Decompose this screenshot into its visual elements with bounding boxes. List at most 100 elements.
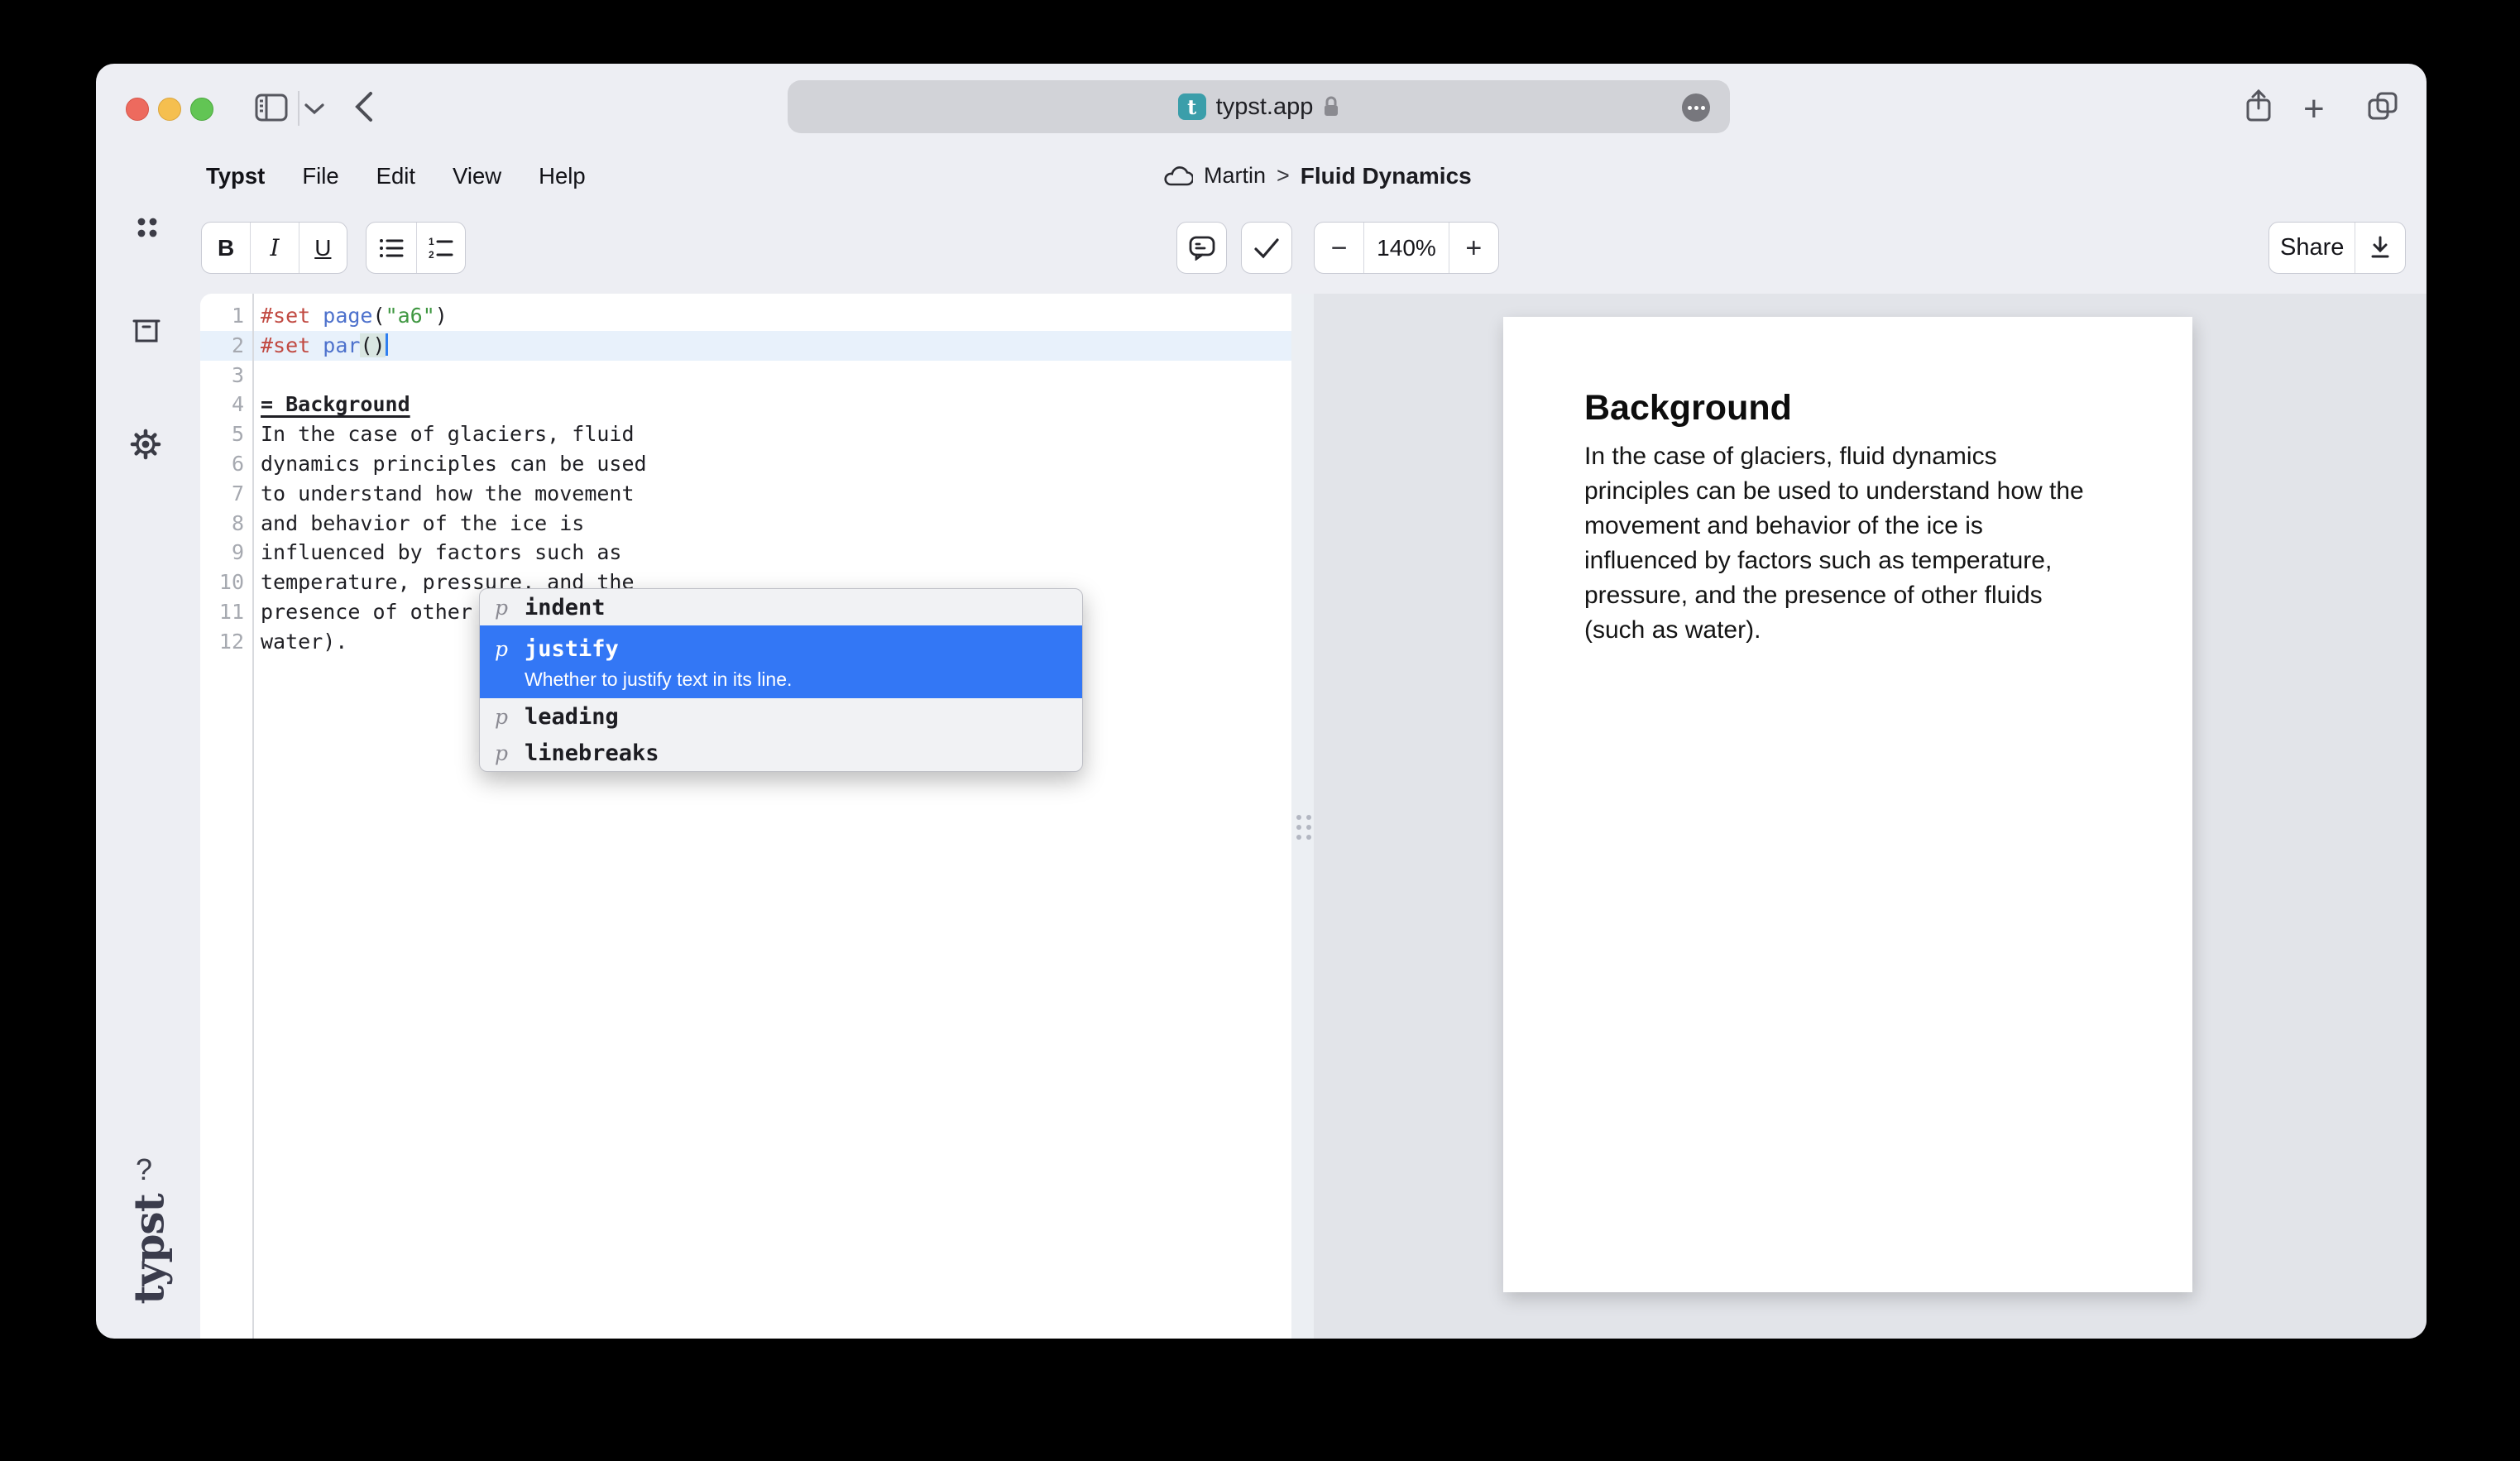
svg-text:1: 1	[429, 237, 434, 247]
preview-paragraph-line: principles can be used to understand how…	[1584, 474, 2130, 509]
typst-favicon: t	[1178, 93, 1206, 120]
underline-button[interactable]: U	[299, 223, 347, 273]
line-number: 12	[200, 627, 244, 657]
text-caret	[386, 333, 388, 356]
lock-icon	[1323, 95, 1339, 118]
autocomplete-label: leading	[525, 704, 619, 730]
cloud-icon	[1163, 165, 1193, 187]
code-line-7[interactable]: to understand how the movement	[200, 479, 1291, 509]
preview-pane: Background In the case of glaciers, flui…	[1314, 294, 2427, 1339]
breadcrumb-workspace[interactable]: Martin	[1204, 163, 1266, 189]
preview-paragraph: In the case of glaciers, fluid dynamicsp…	[1584, 439, 2130, 648]
autocomplete-item-indent[interactable]: pindent	[480, 589, 1082, 625]
share-button[interactable]: Share	[2269, 223, 2355, 273]
comments-button[interactable]	[1177, 223, 1226, 273]
preview-paragraph-line: In the case of glaciers, fluid dynamics	[1584, 439, 2130, 474]
autocomplete-item-justify[interactable]: p justify Whether to justify text in its l…	[480, 625, 1082, 698]
italic-button[interactable]: I	[250, 223, 298, 273]
preview-paragraph-line: pressure, and the presence of other flui…	[1584, 578, 2130, 613]
download-icon	[2369, 236, 2391, 261]
line-number: 1	[200, 301, 244, 331]
line-number: 9	[200, 538, 244, 568]
browser-window: t typst.app + Typst File Edit View Help Mart…	[96, 64, 2427, 1339]
preview-paragraph-line: (such as water).	[1584, 613, 2130, 648]
code-line-8[interactable]: and behavior of the ice is	[200, 509, 1291, 539]
autocomplete-item-linebreaks[interactable]: plinebreaks	[480, 735, 1082, 771]
svg-text:2: 2	[429, 249, 434, 260]
autocomplete-label: indent	[525, 595, 606, 620]
parameter-icon: p	[495, 637, 513, 661]
pane-splitter[interactable]	[1291, 294, 1314, 1339]
menu-bar: Typst File Edit View Help	[206, 157, 586, 194]
drag-handle-icon[interactable]	[1296, 815, 1311, 840]
line-number: 4	[200, 390, 244, 419]
help-button[interactable]: ?	[136, 1152, 152, 1187]
code-line-2[interactable]: #set par()	[200, 331, 1291, 361]
spellcheck-button[interactable]	[1242, 223, 1291, 273]
code-editor[interactable]: #set page("a6")#set par() = BackgroundIn …	[200, 294, 1291, 1339]
preview-page: Background In the case of glaciers, flui…	[1503, 317, 2192, 1292]
new-tab-icon[interactable]: +	[2303, 89, 2325, 130]
code-line-9[interactable]: influenced by factors such as	[200, 538, 1291, 568]
menu-item-typst[interactable]: Typst	[206, 163, 265, 189]
preview-paragraph-line: influenced by factors such as temperatur…	[1584, 544, 2130, 578]
typst-logo: typst	[125, 1194, 174, 1304]
settings-gear-icon[interactable]	[130, 429, 161, 460]
menu-item-view[interactable]: View	[453, 163, 501, 189]
back-button-icon[interactable]	[354, 91, 374, 122]
parameter-icon: p	[495, 705, 513, 729]
line-number: 11	[200, 597, 244, 627]
parameter-icon: p	[495, 596, 513, 620]
code-line-1[interactable]: #set page("a6")	[200, 301, 1291, 331]
address-bar[interactable]: t typst.app	[788, 80, 1730, 133]
bold-button[interactable]: B	[202, 223, 250, 273]
line-number: 10	[200, 568, 244, 597]
apps-grid-icon[interactable]	[135, 215, 160, 240]
close-window-button[interactable]	[126, 98, 149, 121]
autocomplete-popup: pindentpjustifyWhether to justify text i…	[479, 588, 1083, 772]
chrome-divider	[298, 91, 299, 126]
line-number-gutter: 123456789101112	[200, 301, 244, 657]
line-number: 7	[200, 479, 244, 509]
chevron-down-icon[interactable]	[304, 103, 324, 115]
breadcrumb: Martin > Fluid Dynamics	[1163, 157, 1472, 194]
autocomplete-label: justify	[525, 636, 619, 662]
line-number: 5	[200, 419, 244, 449]
breadcrumb-document[interactable]: Fluid Dynamics	[1301, 163, 1472, 189]
code-line-4[interactable]: = Background	[200, 390, 1291, 419]
line-number: 3	[200, 361, 244, 390]
autocomplete-label: linebreaks	[525, 740, 659, 766]
fullscreen-window-button[interactable]	[190, 98, 213, 121]
code-line-6[interactable]: dynamics principles can be used	[200, 449, 1291, 479]
zoom-level-value[interactable]: 140%	[1363, 223, 1448, 273]
minimize-window-button[interactable]	[158, 98, 181, 121]
menu-item-file[interactable]: File	[302, 163, 338, 189]
url-text: typst.app	[1216, 93, 1314, 121]
tab-overview-icon[interactable]	[2366, 90, 2399, 122]
numbered-list-icon: 1 2	[429, 237, 453, 260]
autocomplete-description: Whether to justify text in its line.	[525, 668, 1067, 698]
line-number: 2	[200, 331, 244, 361]
preview-heading: Background	[1584, 388, 1792, 429]
line-number: 6	[200, 449, 244, 479]
browser-share-icon[interactable]	[2242, 89, 2275, 123]
zoom-out-button[interactable]: −	[1315, 223, 1363, 273]
preview-paragraph-line: movement and behavior of the ice is	[1584, 509, 2130, 544]
bullet-list-icon	[379, 237, 404, 259]
zoom-in-button[interactable]: +	[1449, 223, 1498, 273]
numbered-list-button[interactable]: 1 2	[416, 223, 466, 273]
gutter-divider	[252, 294, 254, 1339]
autocomplete-item-leading[interactable]: p leading	[480, 698, 1082, 735]
files-tray-icon[interactable]	[132, 319, 161, 343]
bullet-list-button[interactable]	[367, 223, 416, 273]
menu-item-help[interactable]: Help	[539, 163, 586, 189]
code-line-3[interactable]	[200, 361, 1291, 390]
checkmark-icon	[1253, 237, 1280, 259]
page-settings-icon[interactable]	[1682, 93, 1710, 122]
breadcrumb-separator: >	[1277, 163, 1290, 189]
menu-item-edit[interactable]: Edit	[376, 163, 415, 189]
download-button[interactable]	[2355, 223, 2405, 273]
code-line-5[interactable]: In the case of glaciers, fluid	[200, 419, 1291, 449]
line-number: 8	[200, 509, 244, 539]
sidebar-toggle-icon[interactable]	[255, 93, 288, 122]
